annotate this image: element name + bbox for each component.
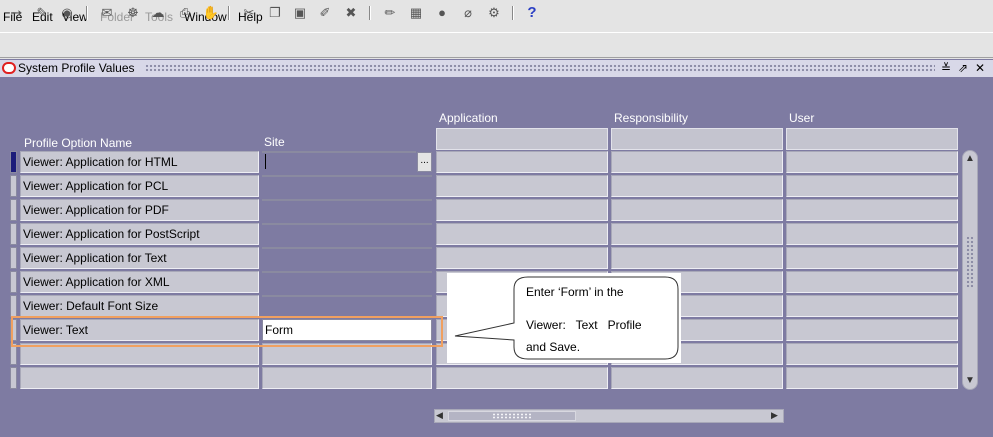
edit-field-icon[interactable]: ✏ (381, 4, 399, 22)
callout-text-line3: and Save. (526, 340, 581, 354)
profile-option-name-cell[interactable]: Viewer: Application for PostScript (20, 223, 259, 245)
site-value-field[interactable] (262, 271, 432, 273)
lov-button[interactable]: ... (417, 152, 432, 172)
callout-text-line1: Enter ‘Form’ in the (526, 285, 624, 299)
zoom-icon[interactable]: ☸ (124, 4, 142, 22)
record-indicator[interactable] (10, 199, 17, 221)
translate-icon[interactable]: ☁ (149, 4, 167, 22)
user-value-field[interactable] (786, 295, 958, 317)
responsibility-value-field[interactable] (611, 151, 783, 173)
scroll-thumb-grip (492, 413, 532, 419)
site-value-field[interactable] (262, 151, 416, 153)
user-value-field[interactable] (786, 199, 958, 221)
application-value-field[interactable] (436, 151, 608, 173)
record-indicator[interactable] (10, 175, 17, 197)
attachment-icon[interactable]: ⌀ (459, 4, 477, 22)
profile-option-name-cell[interactable]: Viewer: Default Font Size (20, 295, 259, 317)
application-value-field[interactable] (436, 199, 608, 221)
minimize-icon[interactable]: ≚ (941, 61, 951, 75)
user-value-field[interactable] (786, 343, 958, 365)
responsibility-value-field[interactable] (611, 247, 783, 269)
profile-option-name-cell[interactable]: Viewer: Application for PDF (20, 199, 259, 221)
record-indicator[interactable] (10, 271, 17, 293)
callout-text-line2: Viewer: Text Profile (526, 318, 642, 332)
find-icon[interactable]: ✋ (202, 4, 220, 22)
scroll-up-icon[interactable]: ▲ (965, 153, 975, 164)
window-title: System Profile Values (18, 61, 139, 75)
responsibility-value-field[interactable] (611, 223, 783, 245)
user-value-field[interactable] (786, 175, 958, 197)
oracle-icon (2, 62, 16, 74)
user-value-field[interactable] (786, 271, 958, 293)
user-value-field[interactable] (786, 247, 958, 269)
scroll-down-icon[interactable]: ▼ (965, 375, 975, 386)
toolbar-separator (86, 6, 88, 20)
record-indicator[interactable] (10, 151, 17, 173)
profile-option-name-cell[interactable]: Viewer: Application for PCL (20, 175, 259, 197)
save-icon[interactable]: ◉ (58, 4, 76, 22)
site-value-field[interactable] (262, 175, 432, 177)
record-indicator[interactable] (10, 223, 17, 245)
profile-option-name-cell[interactable]: Viewer: Application for Text (20, 247, 259, 269)
column-header-profile-option-name: Profile Option Name (24, 136, 133, 150)
user-value-field[interactable] (786, 367, 958, 389)
folder-icon[interactable]: ▦ (407, 4, 425, 22)
site-value-field[interactable] (262, 367, 432, 389)
scroll-thumb-grip[interactable] (966, 236, 974, 288)
column-header-responsibility: Responsibility (614, 111, 689, 125)
application-header-field (436, 128, 608, 150)
open-icon[interactable]: ✎ (33, 4, 51, 22)
scroll-right-icon[interactable]: ▶ (771, 410, 778, 421)
site-value-field[interactable] (262, 247, 432, 249)
maximize-icon[interactable]: ⇗ (958, 61, 968, 75)
profile-option-name-cell[interactable] (20, 367, 259, 389)
cut-icon[interactable]: ✂ (240, 4, 258, 22)
responsibility-value-field[interactable] (611, 175, 783, 197)
profile-option-name-cell[interactable]: Viewer: Application for XML (20, 271, 259, 293)
record-indicator[interactable] (10, 247, 17, 269)
profile-option-name-cell[interactable]: Viewer: Application for HTML (20, 151, 259, 173)
toolbar-separator (228, 6, 230, 20)
responsibility-header-field (611, 128, 783, 150)
scroll-left-icon[interactable]: ◀ (436, 410, 443, 421)
toolbar-separator (512, 6, 514, 20)
record-icon[interactable]: ● (433, 4, 451, 22)
column-header-application: Application (439, 111, 498, 125)
toolbar-separator (369, 6, 371, 20)
user-value-field[interactable] (786, 151, 958, 173)
record-indicator[interactable] (10, 367, 17, 389)
user-value-field[interactable] (786, 319, 958, 341)
responsibility-value-field[interactable] (611, 367, 783, 389)
toolbar (0, 32, 993, 58)
application-value-field[interactable] (436, 223, 608, 245)
application-value-field[interactable] (436, 247, 608, 269)
application-value-field[interactable] (436, 175, 608, 197)
user-header-field (786, 128, 958, 150)
user-value-field[interactable] (786, 223, 958, 245)
copy-icon[interactable]: ❐ (266, 4, 284, 22)
delete-record-icon[interactable]: ✖ (342, 4, 360, 22)
site-value-field[interactable] (262, 223, 432, 225)
responsibility-value-field[interactable] (611, 199, 783, 221)
site-value-field[interactable] (262, 199, 432, 201)
paste-icon[interactable]: ▣ (291, 4, 309, 22)
help-icon[interactable]: ? (523, 4, 541, 22)
column-header-site: Site (264, 135, 285, 149)
clear-record-icon[interactable]: ✐ (316, 4, 334, 22)
titlebar-grip (145, 64, 935, 73)
print-icon[interactable]: ⎙ (176, 4, 194, 22)
column-header-user: User (789, 111, 815, 125)
text-cursor (265, 154, 266, 169)
site-value-field[interactable] (262, 295, 432, 297)
record-indicator[interactable] (10, 295, 17, 317)
navigator-icon[interactable]: ✉ (98, 4, 116, 22)
application-value-field[interactable] (436, 367, 608, 389)
highlight-box (11, 316, 443, 347)
folder-tools-icon[interactable]: ⚙ (485, 4, 503, 22)
close-icon[interactable]: ✕ (975, 61, 985, 75)
new-icon[interactable]: ➙ (8, 4, 26, 22)
